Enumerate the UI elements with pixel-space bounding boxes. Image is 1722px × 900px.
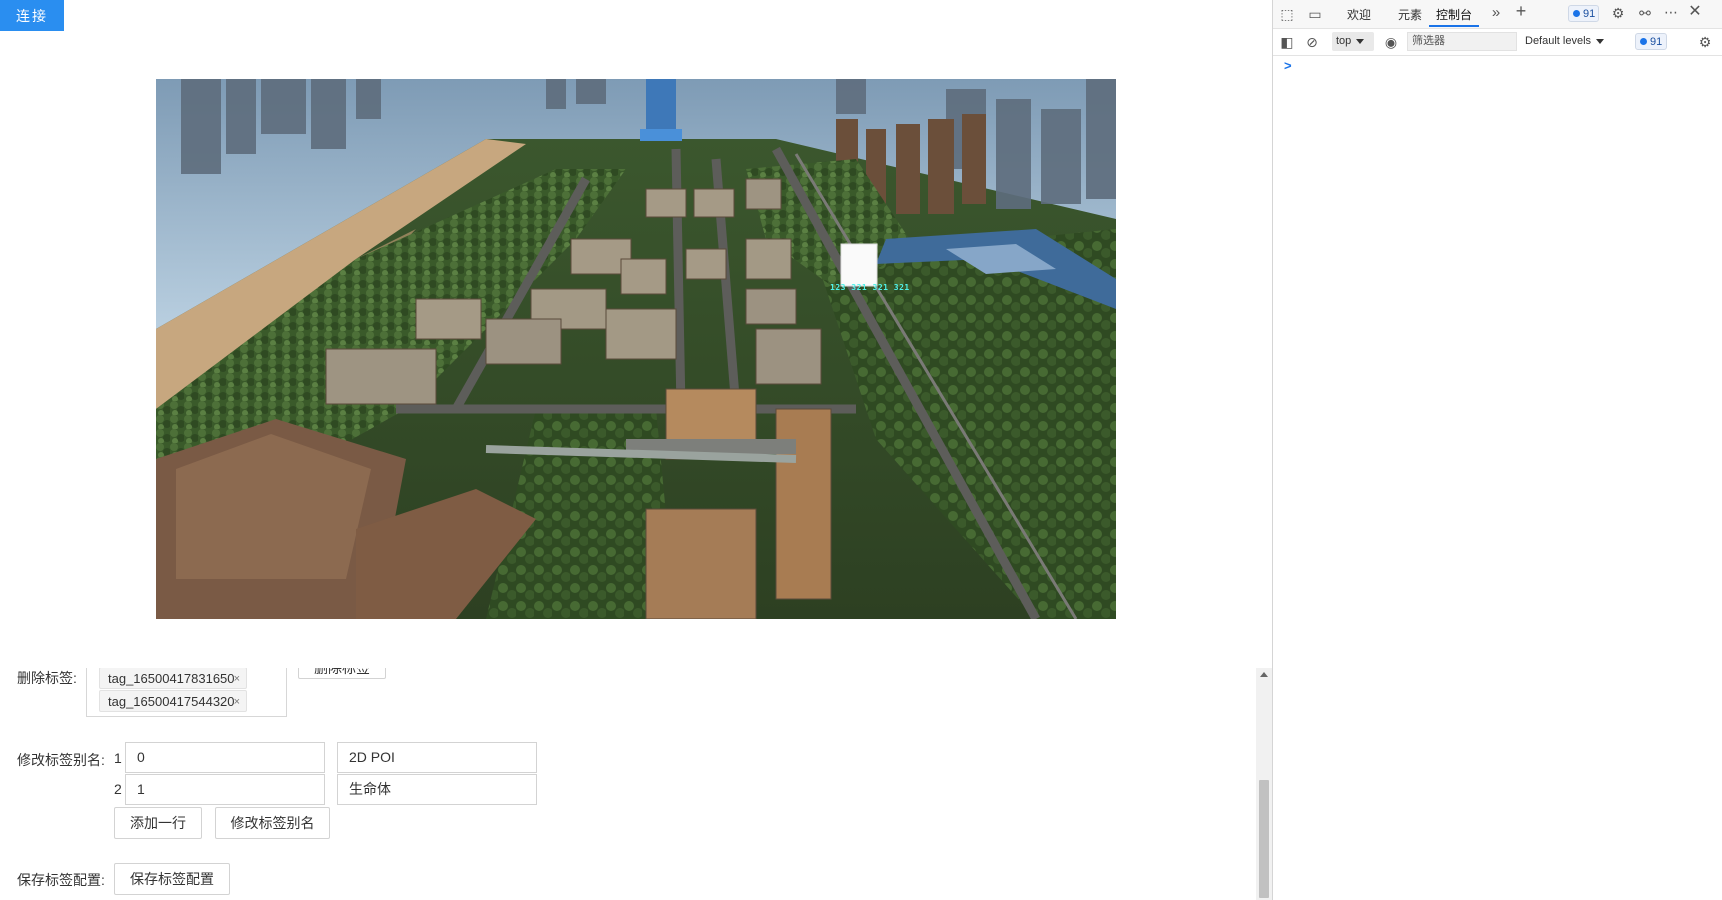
tag-multiselect[interactable]: tag_16500417831650 × tag_16500417544320 … <box>86 668 287 717</box>
tab-elements[interactable]: 元素 <box>1398 6 1422 23</box>
poi-label: 123 321 321 321 <box>830 283 910 292</box>
tag-config-panel: 删除标签: tag_16500417831650 × tag_165004175… <box>0 668 1256 900</box>
delete-tag-button[interactable]: 删除标签 <box>298 668 386 679</box>
chip-close-icon[interactable]: × <box>234 668 240 690</box>
form-scrollbar[interactable] <box>1256 668 1272 900</box>
console-toolbar: ◧ ⊘ top ◉ 筛选器 Default levels 91 ⚙ <box>1273 29 1722 56</box>
chevron-down-icon <box>1596 38 1605 44</box>
connect-button[interactable]: 连接 <box>0 0 64 31</box>
save-config-button[interactable]: 保存标签配置 <box>114 863 230 895</box>
eye-icon[interactable]: ◉ <box>1383 34 1399 50</box>
tag-chip-text: tag_16500417544320 <box>108 694 235 709</box>
alias-label: 修改标签别名: <box>17 752 105 768</box>
context-value: top <box>1336 35 1352 47</box>
tag-chip-text: tag_16500417831650 <box>108 671 235 686</box>
tag-chip: tag_16500417544320 × <box>99 690 247 712</box>
more-options-icon[interactable]: ⋯ <box>1663 4 1679 20</box>
chip-close-icon[interactable]: × <box>234 691 240 713</box>
tag-chip: tag_16500417831650 × <box>99 668 247 689</box>
add-tab-icon[interactable]: + <box>1513 2 1529 20</box>
device-toggle-icon[interactable]: ▭ <box>1307 6 1323 22</box>
modify-alias-button[interactable]: 修改标签别名 <box>215 807 330 839</box>
save-config-label: 保存标签配置: <box>17 872 105 888</box>
tab-welcome[interactable]: 欢迎 <box>1347 6 1371 23</box>
console-prompt-icon[interactable]: > <box>1284 58 1292 73</box>
issues-count: 91 <box>1650 36 1663 48</box>
devtools-panel: ⬚ ▭ 欢迎 元素 控制台 » + 91 ⚙ ⚯ ⋯ ✕ ◧ ⊘ top ◉ 筛… <box>1273 0 1722 900</box>
alias-key-input[interactable]: 1 <box>125 774 325 805</box>
3d-scene-viewport[interactable] <box>156 79 1116 619</box>
row-index: 2 <box>114 781 122 797</box>
clear-console-icon[interactable]: ⊘ <box>1304 34 1320 50</box>
city-scene <box>156 79 1116 619</box>
log-levels-label: Default levels <box>1525 35 1592 47</box>
connect-icon[interactable]: ⚯ <box>1637 5 1653 21</box>
settings-gear-icon[interactable]: ⚙ <box>1610 5 1626 21</box>
issues-count: 91 <box>1583 8 1596 20</box>
active-tab-indicator <box>1429 25 1479 27</box>
tab-console[interactable]: 控制台 <box>1436 6 1472 23</box>
console-settings-gear-icon[interactable]: ⚙ <box>1697 34 1713 50</box>
filter-input[interactable]: 筛选器 <box>1407 32 1517 51</box>
web-page: 连接 123 321 321 321 删除标签: tag_16500417831… <box>0 0 1273 900</box>
devtools-tabbar: ⬚ ▭ 欢迎 元素 控制台 » + 91 ⚙ ⚯ ⋯ ✕ <box>1273 0 1722 29</box>
message-icon <box>1640 37 1647 45</box>
scroll-up-arrow-icon[interactable] <box>1260 672 1268 677</box>
issues-badge[interactable]: 91 <box>1635 33 1667 50</box>
sidebar-toggle-icon[interactable]: ◧ <box>1279 34 1295 50</box>
delete-tags-label: 删除标签: <box>17 670 77 686</box>
row-index: 1 <box>114 750 122 766</box>
more-tabs-icon[interactable]: » <box>1488 5 1504 21</box>
add-row-button[interactable]: 添加一行 <box>114 807 202 839</box>
issues-badge[interactable]: 91 <box>1568 5 1599 22</box>
scroll-thumb[interactable] <box>1259 780 1269 898</box>
inspect-icon[interactable]: ⬚ <box>1279 6 1295 22</box>
log-levels-dropdown[interactable]: Default levels <box>1525 35 1605 47</box>
chevron-down-icon <box>1356 38 1365 44</box>
context-select[interactable]: top <box>1332 32 1374 51</box>
alias-value-input[interactable]: 2D POI <box>337 742 537 773</box>
close-icon[interactable]: ✕ <box>1687 4 1703 20</box>
alias-value-input[interactable]: 生命体 <box>337 774 537 805</box>
alias-key-input[interactable]: 0 <box>125 742 325 773</box>
message-icon <box>1573 9 1580 17</box>
